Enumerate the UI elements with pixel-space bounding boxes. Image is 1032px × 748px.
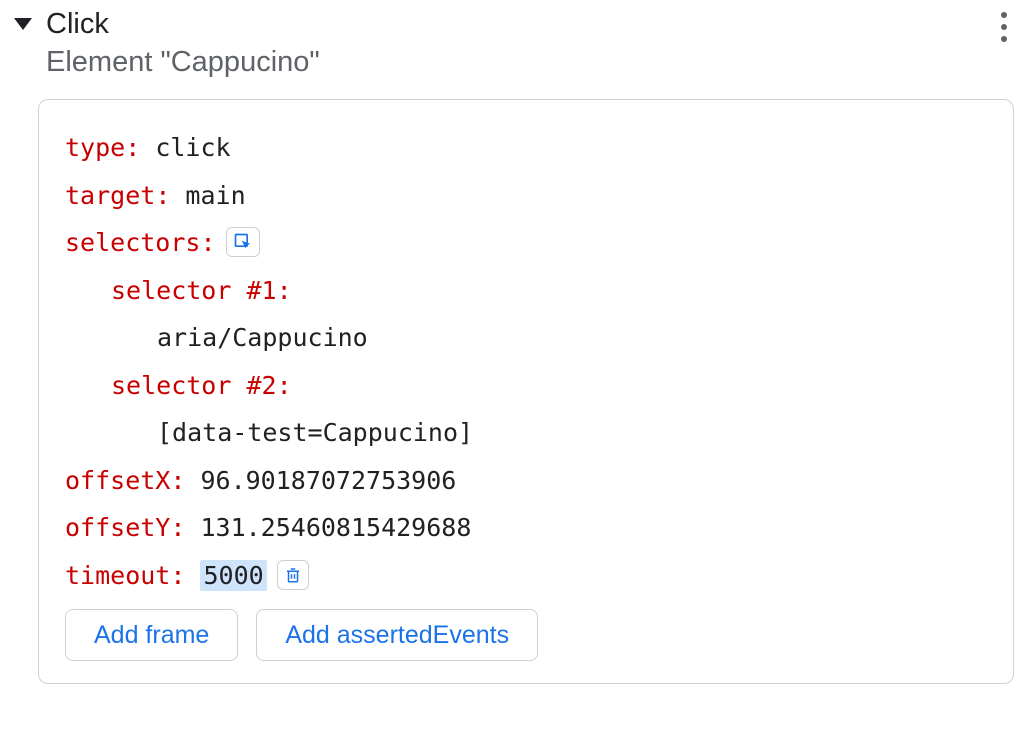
- offsety-key: offsetY: [65, 513, 170, 542]
- timeout-value[interactable]: 5000: [200, 560, 266, 591]
- field-target[interactable]: target: main: [65, 172, 987, 220]
- more-menu-icon[interactable]: [990, 6, 1018, 42]
- offsetx-value: 96.90187072753906: [200, 466, 456, 495]
- delete-icon[interactable]: [277, 560, 309, 590]
- collapse-caret-icon[interactable]: [14, 18, 32, 30]
- selectors-key: selectors: [65, 228, 200, 257]
- target-key: target: [65, 181, 155, 210]
- timeout-key: timeout: [65, 561, 170, 590]
- step-details-panel: type: click target: main selectors: sele…: [38, 99, 1014, 684]
- field-selector-1-value-row[interactable]: aria/Cappucino: [65, 314, 987, 362]
- add-frame-button[interactable]: Add frame: [65, 609, 238, 661]
- field-type[interactable]: type: click: [65, 124, 987, 172]
- field-selector-2-value-row[interactable]: [data-test=Cappucino]: [65, 409, 987, 457]
- step-title: Click: [46, 6, 990, 44]
- target-value: main: [185, 181, 245, 210]
- type-value: click: [155, 133, 230, 162]
- offsetx-key: offsetX: [65, 466, 170, 495]
- step-header: Click Element "Cappucino": [14, 6, 1018, 81]
- selector2-value: [data-test=Cappucino]: [157, 418, 473, 447]
- field-selector-2[interactable]: selector #2:: [65, 362, 987, 410]
- field-selector-1[interactable]: selector #1:: [65, 267, 987, 315]
- field-selectors[interactable]: selectors:: [65, 219, 987, 267]
- field-timeout[interactable]: timeout: 5000: [65, 552, 987, 600]
- selector-picker-icon[interactable]: [226, 227, 260, 257]
- selector1-value: aria/Cappucino: [157, 323, 368, 352]
- add-asserted-events-button[interactable]: Add assertedEvents: [256, 609, 538, 661]
- field-offsety[interactable]: offsetY: 131.25460815429688: [65, 504, 987, 552]
- step-subtitle: Element "Cappucino": [46, 44, 990, 82]
- type-key: type: [65, 133, 125, 162]
- field-offsetx[interactable]: offsetX: 96.90187072753906: [65, 457, 987, 505]
- offsety-value: 131.25460815429688: [200, 513, 471, 542]
- selector1-key: selector #1: [111, 276, 277, 305]
- selector2-key: selector #2: [111, 371, 277, 400]
